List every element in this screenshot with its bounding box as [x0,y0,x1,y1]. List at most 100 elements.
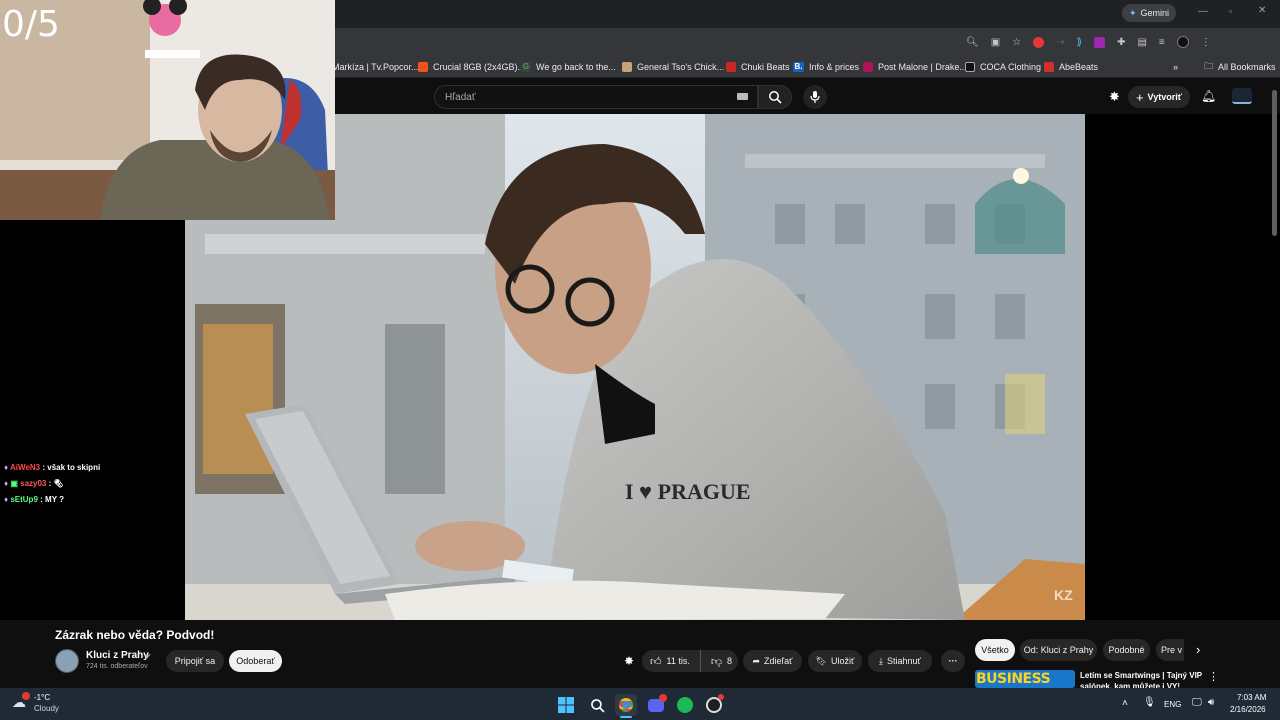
extensions-puzzle-icon[interactable]: ✚ [1117,37,1125,48]
bookmark-item-0[interactable]: Markíza | Tv.Popcor... [332,56,419,78]
dislike-button[interactable]: 👎︎ 8 [705,655,732,668]
bookmark-label: General Tso's Chick... [637,62,725,72]
chip-for-you[interactable]: Pre v [1156,639,1184,661]
bookmark-item-5[interactable]: B. Info & prices [793,56,859,78]
zoom-icon[interactable]: 🔍︎ [966,37,979,48]
bookmark-item-2[interactable]: G We go back to the... [521,56,616,78]
search-button[interactable] [758,85,792,109]
chat-separator: : [40,495,43,504]
recommendation-thumbnail[interactable]: BUSINESS [975,670,1075,688]
search-icon [769,91,782,104]
chip-related[interactable]: Podobné [1103,639,1150,661]
reading-list-icon[interactable]: ≡ [1159,37,1165,48]
download-label: Stiahnuť [887,656,921,666]
plus-icon: + [1135,89,1144,105]
chat-separator: : [42,463,46,472]
join-button[interactable]: Pripojiť sa [166,650,224,672]
bookmark-item-6[interactable]: Post Malone | Drake... [863,56,967,78]
bookmark-favicon [863,62,873,72]
volume-icon[interactable]: 🔊︎ [1208,697,1214,708]
create-button[interactable]: + Vytvoriť [1128,86,1190,108]
bookmark-favicon [726,62,736,72]
chat-badge-icon: ♦ [4,463,9,472]
extension-blue-icon[interactable]: ⟫ [1077,37,1083,48]
chevron-right-icon[interactable]: › [1196,642,1200,657]
tray-microphone-icon[interactable]: 🎙︎ [1143,697,1156,708]
channel-watermark: KZ [1054,587,1073,603]
gemini-button[interactable]: ✦ Gemini [1122,4,1176,22]
account-avatar[interactable] [1232,88,1252,104]
notifications-bell-icon[interactable]: 🔔︎ [1201,89,1216,103]
chat-text: však to skipni [47,463,101,472]
thumbs-up-icon: 👍︎ [650,655,662,668]
search-input[interactable]: Hľadať [434,85,758,109]
all-bookmarks-label: All Bookmarks [1218,62,1276,72]
bookmark-item-7[interactable]: COCA Clothing [965,56,1041,78]
subscribe-button[interactable]: Odoberať [229,650,282,672]
chat-badge-icon: ♦ [4,495,9,504]
taskbar-search-icon[interactable] [586,694,608,716]
bookmark-label: We go back to the... [536,62,616,72]
save-button[interactable]: 🔖︎ Uložiť [808,650,862,672]
cast-icon[interactable]: ▣ [991,37,1000,48]
bookmark-item-1[interactable]: Crucial 8GB (2x4GB)... [418,56,525,78]
network-icon[interactable]: 🖵︎ [1192,697,1202,708]
chat-separator: : [48,479,52,488]
bookmark-item-8[interactable]: AbeBeats [1044,56,1098,78]
close-window-button[interactable]: ✕ [1258,5,1266,16]
extension-red-icon[interactable] [1033,36,1045,48]
premium-gem-icon[interactable]: ✸ [1109,89,1120,105]
bookmark-star-icon[interactable]: ☆ [1012,37,1021,48]
recommendation-menu-icon[interactable]: ⋮ [1208,670,1219,683]
page-scrollbar[interactable] [1272,90,1277,236]
bookmarks-overflow-icon[interactable]: » [1173,56,1178,78]
weather-alert-badge [22,692,30,700]
restore-button[interactable]: ▫ [1229,6,1232,16]
spotify-taskbar-icon[interactable] [674,694,696,716]
bookmark-label: Crucial 8GB (2x4GB)... [433,62,526,72]
video-title: Zázrak nebo věda? Podvod! [55,628,215,642]
clock-time[interactable]: 7:03 AM [1237,693,1266,702]
extension-purple-icon[interactable] [1094,36,1106,48]
like-button[interactable]: 👍︎ 11 tis. [642,650,701,672]
gemini-label: Gemini [1140,8,1170,18]
profile-avatar-icon[interactable] [1176,36,1189,48]
chrome-logo [619,698,633,712]
extension-grey-icon[interactable]: ⇢ [1056,37,1064,48]
bookmark-favicon: B. [793,62,804,72]
bookmark-item-3[interactable]: General Tso's Chick... [622,56,724,78]
clock-date[interactable]: 2/16/2026 [1230,705,1266,714]
voice-search-button[interactable] [803,85,827,109]
chip-from-channel[interactable]: Od: Kluci z Prahy [1020,639,1097,661]
minimize-button[interactable]: — [1198,6,1208,17]
share-button[interactable]: ➦ Zdieľať [743,650,802,672]
side-panel-icon[interactable]: ▤ [1137,37,1146,48]
all-bookmarks-button[interactable]: 🗀︎ All Bookmarks [1204,56,1276,78]
chip-all[interactable]: Všetko [975,639,1015,661]
share-label: Zdieľať [764,656,793,666]
chat-username: sazy03 [20,479,47,488]
more-actions-button[interactable]: ··· [941,650,965,672]
bookmark-item-4[interactable]: Chuki Beats [726,56,790,78]
windows-start-icon[interactable] [555,694,577,716]
obs-taskbar-icon[interactable] [703,694,725,716]
bookmark-favicon [1044,62,1054,72]
chat-badge-icon: ♦ [4,479,9,488]
channel-avatar[interactable] [55,649,79,673]
channel-name[interactable]: Kluci z Prahy [86,650,149,661]
weather-widget[interactable]: ☁ -1°C Cloudy [12,691,92,717]
recommendation-title-box[interactable]: Letím se Smartwings | Tajný VIP salónek,… [1080,670,1204,688]
discord-taskbar-icon[interactable] [645,694,667,716]
chat-message: ♦ sEtUp9 : MY ? [4,495,64,504]
language-indicator[interactable]: ENG [1164,700,1181,709]
menu-kebab-icon[interactable]: ⋮ [1201,37,1211,48]
thanks-icon[interactable]: ✸ [624,654,634,668]
subscribe-label: Odoberať [236,656,275,666]
save-label: Uložiť [831,656,855,666]
keyboard-icon[interactable] [737,93,748,100]
discord-badge [659,694,667,702]
tray-overflow-icon[interactable]: ˄ [1122,698,1128,709]
download-button[interactable]: ⤓ Stiahnuť [868,650,932,672]
chrome-taskbar-icon[interactable] [615,694,637,716]
chip-label: Podobné [1108,645,1145,655]
